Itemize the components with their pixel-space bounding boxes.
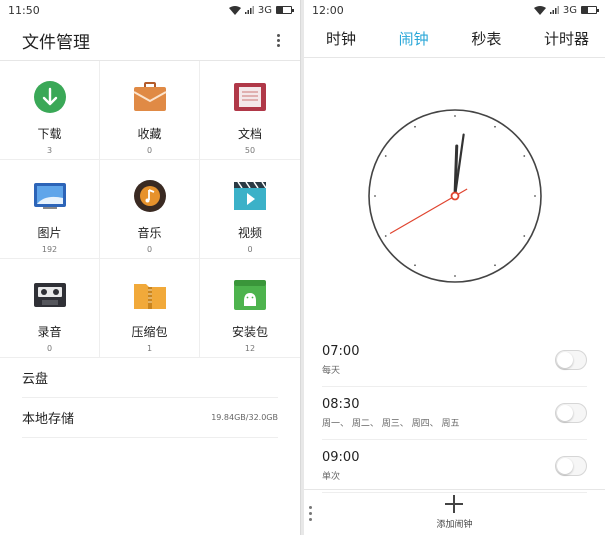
alarm-toggle[interactable] — [555, 456, 587, 476]
clock-tick — [533, 195, 536, 197]
category-label: 图片 — [37, 226, 62, 240]
category-pictures[interactable]: 图片 192 — [0, 160, 100, 259]
alarm-time: 07:00 — [322, 344, 360, 359]
category-count: 0 — [146, 146, 153, 155]
briefcase-icon — [132, 79, 168, 115]
tab-timer[interactable]: 计时器 — [544, 28, 589, 49]
clock-app-screen: 12:00 3G 时钟 闹钟 秒表 计时器 07:00 每天 08:30 周一、… — [304, 0, 605, 535]
local-storage-label: 本地存储 — [22, 412, 75, 427]
storage-usage: 19.84GB/32.0GB — [211, 413, 278, 422]
alarm-repeat: 周一、 周二、 周三、 周四、 周五 — [322, 419, 460, 429]
category-count: 0 — [247, 245, 253, 254]
category-label: 安装包 — [231, 325, 268, 339]
category-count: 1 — [146, 344, 153, 353]
clock-tick — [384, 155, 387, 157]
category-download[interactable]: 下载 3 — [0, 61, 100, 160]
clock-tick — [453, 115, 456, 117]
clock-tick — [384, 235, 387, 237]
clock-tick — [493, 125, 496, 128]
category-label: 视频 — [237, 226, 262, 240]
clock-tick — [453, 275, 456, 277]
local-storage-row[interactable]: 本地存储 19.84GB/32.0GB — [22, 398, 278, 438]
clock-tick — [413, 125, 416, 128]
android-package-icon — [232, 277, 268, 313]
status-time: 12:00 — [312, 3, 344, 17]
app-header: 文件管理 — [0, 20, 300, 61]
download-icon — [32, 79, 68, 115]
status-bar: 12:00 3G — [304, 0, 605, 20]
add-alarm-button[interactable]: 添加闹钟 — [436, 495, 473, 530]
clapperboard-icon — [232, 178, 268, 214]
picture-icon — [32, 178, 68, 214]
alarm-time: 09:00 — [322, 450, 360, 465]
category-videos[interactable]: 视频 0 — [200, 160, 300, 259]
alarm-item[interactable]: 07:00 每天 — [322, 334, 587, 387]
category-label: 音乐 — [137, 226, 162, 240]
network-type: 3G — [257, 4, 272, 16]
category-count: 12 — [244, 344, 256, 353]
category-recordings[interactable]: 录音 0 — [0, 259, 100, 358]
network-type: 3G — [562, 4, 577, 16]
signal-icon — [244, 6, 254, 14]
alarm-toggle[interactable] — [555, 350, 587, 370]
cloud-drive-label: 云盘 — [22, 372, 49, 387]
page-title: 文件管理 — [22, 32, 90, 53]
category-count: 3 — [46, 146, 53, 155]
category-count: 50 — [244, 146, 256, 155]
zip-folder-icon — [132, 277, 168, 313]
analog-clock-area — [304, 58, 605, 334]
category-documents[interactable]: 文档 50 — [200, 61, 300, 160]
category-count: 0 — [46, 344, 53, 353]
more-options-icon[interactable] — [273, 30, 284, 51]
clock-tick — [373, 195, 376, 197]
signal-icon — [549, 6, 559, 14]
wifi-icon — [533, 5, 546, 15]
category-archives[interactable]: 压缩包 1 — [100, 259, 200, 358]
category-label: 文档 — [237, 127, 262, 141]
tab-bar: 时钟 闹钟 秒表 计时器 — [304, 20, 605, 58]
add-alarm-label: 添加闹钟 — [436, 520, 473, 530]
clock-tick — [413, 264, 416, 267]
category-count: 192 — [41, 245, 58, 254]
category-label: 压缩包 — [131, 325, 168, 339]
category-count: 0 — [146, 245, 153, 254]
clock-tick — [522, 235, 525, 237]
tab-alarm[interactable]: 闹钟 — [399, 28, 429, 49]
category-favorites[interactable]: 收藏 0 — [100, 61, 200, 160]
tab-stopwatch[interactable]: 秒表 — [471, 28, 501, 49]
plus-icon — [445, 495, 464, 513]
analog-clock — [367, 109, 542, 283]
clock-tick — [522, 155, 525, 157]
category-grid: 下载 3 收藏 0 文档 50 图片 192 音乐 0 视频 0 录音 0 压缩… — [0, 61, 300, 358]
category-label: 收藏 — [137, 127, 162, 141]
document-icon — [232, 79, 268, 115]
wifi-icon — [228, 5, 241, 15]
category-label: 录音 — [37, 325, 62, 339]
cloud-drive-row[interactable]: 云盘 — [22, 358, 278, 398]
alarm-item[interactable]: 08:30 周一、 周二、 周三、 周四、 周五 — [322, 387, 587, 440]
more-options-icon[interactable] — [309, 506, 312, 521]
category-music[interactable]: 音乐 0 — [100, 160, 200, 259]
alarm-time: 08:30 — [322, 397, 360, 412]
tab-clock[interactable]: 时钟 — [326, 28, 356, 49]
music-disc-icon — [132, 178, 168, 214]
file-manager-screen: 11:50 3G 文件管理 下载 3 收藏 0 文档 50 图片 192 音乐 … — [0, 0, 301, 535]
alarm-repeat: 单次 — [322, 472, 341, 482]
cassette-icon — [32, 277, 68, 313]
battery-icon — [276, 6, 294, 14]
category-label: 下载 — [37, 127, 62, 141]
clock-tick — [493, 264, 496, 267]
status-bar: 11:50 3G — [0, 0, 300, 20]
bottom-bar: 添加闹钟 — [304, 489, 605, 535]
alarm-toggle[interactable] — [555, 403, 587, 423]
status-time: 11:50 — [8, 3, 40, 17]
alarm-item[interactable]: 09:00 单次 — [322, 440, 587, 493]
alarm-repeat: 每天 — [322, 366, 341, 376]
category-apk[interactable]: 安装包 12 — [200, 259, 300, 358]
battery-icon — [581, 6, 599, 14]
